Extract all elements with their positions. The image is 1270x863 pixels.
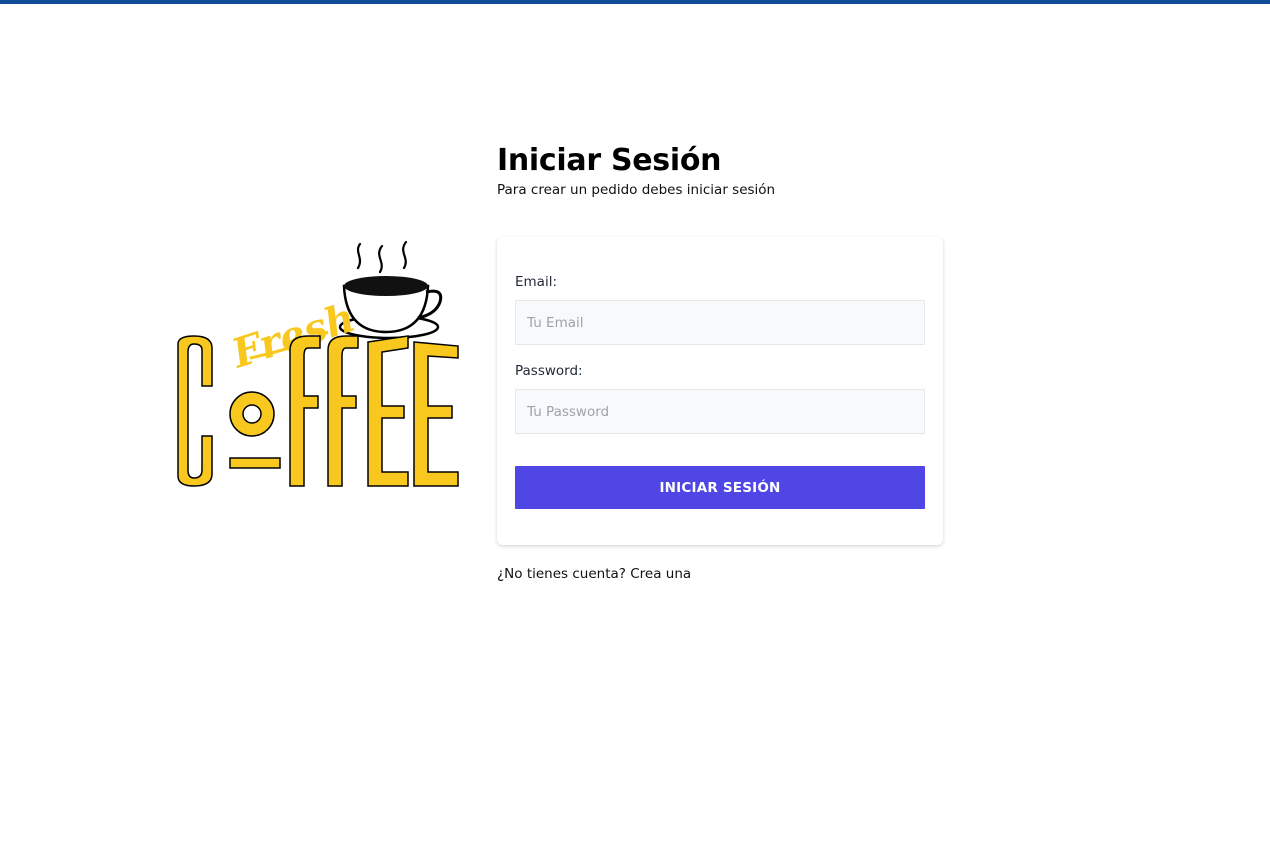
login-button[interactable]: INICIAR SESIÓN [515,466,925,509]
email-input[interactable] [515,300,925,345]
fresh-coffee-logo: Fresh [168,236,468,492]
password-label: Password: [515,363,583,379]
email-label: Email: [515,274,558,290]
page-subtitle: Para crear un pedido debes iniciar sesió… [497,182,776,198]
top-bar [0,0,1270,4]
page-title: Iniciar Sesión [497,143,722,178]
coffee-cup-icon: Fresh [177,240,459,487]
register-link[interactable]: ¿No tienes cuenta? Crea una [497,565,691,583]
password-input[interactable] [515,389,925,434]
login-form: Email: Password: INICIAR SESIÓN [497,237,943,545]
